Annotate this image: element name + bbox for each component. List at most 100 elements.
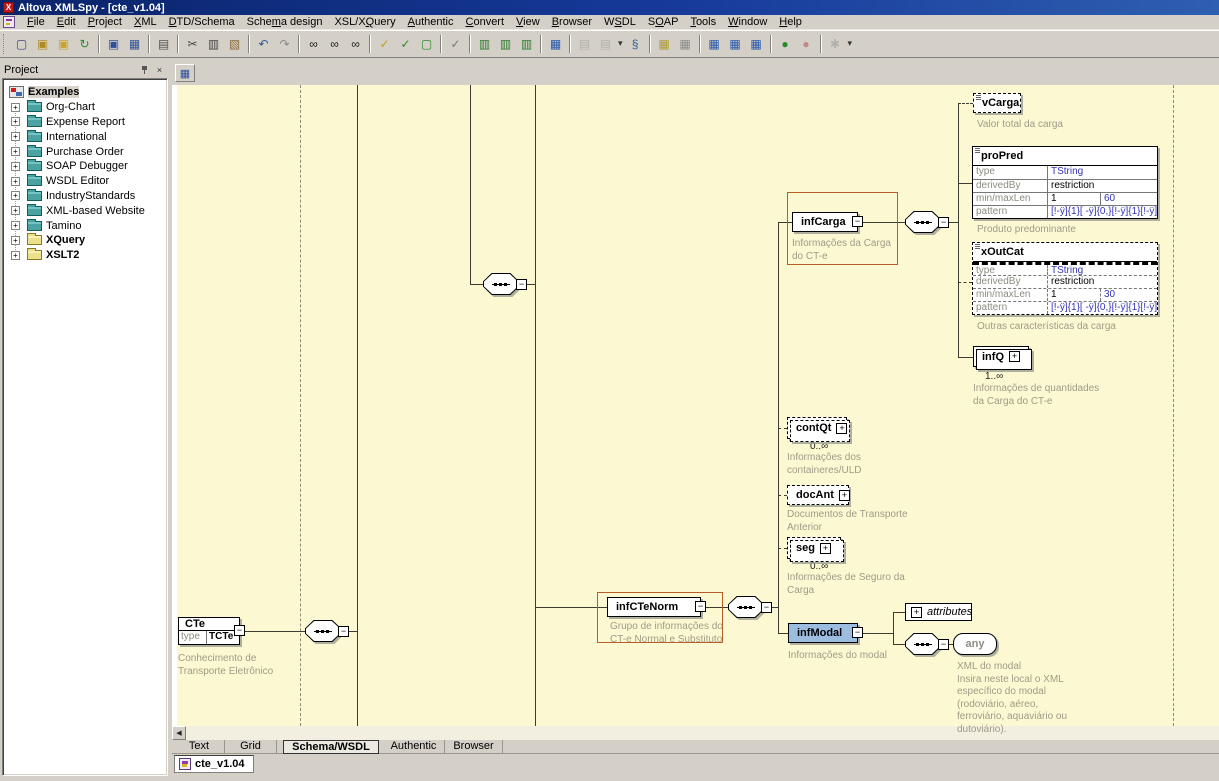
xquery-execute-icon[interactable]: ▥ [517, 35, 536, 53]
redo-icon[interactable]: ↷ [275, 35, 294, 53]
show-globals-button[interactable]: ▦ [175, 64, 195, 82]
menu-authentic[interactable]: Authentic [402, 15, 460, 29]
element-seg[interactable]: seg + [787, 537, 841, 559]
menu-schema-design[interactable]: Schema design [241, 15, 329, 29]
sequence-compositor[interactable] [483, 273, 519, 295]
sidebar-item-org-chart[interactable]: +Org-Chart [3, 100, 167, 115]
element-contqt[interactable]: contQt + [787, 417, 847, 439]
element-any[interactable]: any [953, 633, 997, 655]
collapse-toggle-infctenorm[interactable]: − [695, 601, 706, 612]
sidebar-item-international[interactable]: +International [3, 129, 167, 144]
file-icon[interactable]: ▤ [596, 35, 615, 53]
expand-toggle-docant[interactable]: + [839, 490, 850, 501]
expand-toggle[interactable]: + [11, 191, 20, 200]
element-infmodal[interactable]: infModal [788, 623, 858, 643]
tab-text[interactable]: Text [174, 740, 225, 753]
scripting-environment-icon[interactable]: ● [776, 35, 795, 53]
sidebar-item-xquery[interactable]: +XQuery [3, 233, 167, 248]
sidebar-item-purchase-order[interactable]: +Purchase Order [3, 144, 167, 159]
db-import-icon[interactable]: ▦ [655, 35, 674, 53]
element-infctenorm[interactable]: infCTeNorm [607, 597, 701, 617]
close-icon[interactable]: × [153, 64, 166, 76]
find-icon[interactable]: ∞ [304, 35, 323, 53]
attributes-box[interactable]: + attributes [905, 603, 972, 621]
assign-schema-icon[interactable]: ▢ [417, 35, 436, 53]
undo-icon[interactable]: ↶ [254, 35, 273, 53]
horizontal-scrollbar[interactable]: ◀ [172, 726, 1219, 740]
expand-toggle[interactable]: + [11, 117, 20, 126]
expand-toggle[interactable]: + [11, 162, 20, 171]
menu-convert[interactable]: Convert [460, 15, 511, 29]
collapse-toggle-infmodal[interactable]: − [852, 627, 863, 638]
spell-check-icon[interactable]: ✓ [446, 35, 465, 53]
save-icon[interactable]: ▣ [104, 35, 123, 53]
element-xoutcat[interactable]: xOutCat type TString derivedBy restricti… [972, 242, 1158, 315]
element-vcarga[interactable]: vCarga [973, 93, 1021, 113]
cut-icon[interactable]: ✂ [183, 35, 202, 53]
collapse-toggle[interactable]: − [938, 217, 949, 228]
menu-dtd-schema[interactable]: DTD/Schema [163, 15, 241, 29]
scroll-left-icon[interactable]: ◀ [172, 726, 186, 740]
sidebar-item-wsdl-editor[interactable]: +WSDL Editor [3, 174, 167, 189]
expand-toggle[interactable]: + [11, 177, 20, 186]
table-view-icon[interactable]: ▦ [546, 35, 565, 53]
save-all-icon[interactable]: ▦ [125, 35, 144, 53]
tab-authentic[interactable]: Authentic [383, 740, 445, 753]
project-root-examples[interactable]: Examples [3, 85, 167, 100]
menu-project[interactable]: Project [82, 15, 128, 29]
expand-toggle[interactable]: + [11, 206, 20, 215]
collapse-toggle-infcarga[interactable]: − [852, 216, 863, 227]
open-url-icon[interactable]: ▣ [54, 35, 73, 53]
new-file-icon[interactable]: ▢ [12, 35, 31, 53]
check-well-formed-icon[interactable]: ✓ [375, 35, 394, 53]
menu-browser[interactable]: Browser [546, 15, 598, 29]
menu-xml[interactable]: XML [128, 15, 163, 29]
expand-toggle-infq[interactable]: + [1009, 351, 1020, 362]
expand-toggle[interactable]: + [11, 132, 20, 141]
macro-icon[interactable]: ✱ [826, 35, 845, 53]
collapse-toggle[interactable]: − [338, 626, 349, 637]
window-layout-1-icon[interactable]: ▦ [705, 35, 724, 53]
expand-toggle[interactable]: + [11, 221, 20, 230]
sidebar-item-xslt2[interactable]: +XSLT2 [3, 248, 167, 263]
file-tab-cte-v104[interactable]: cte_v1.04 [174, 755, 254, 773]
sidebar-item-expense-report[interactable]: +Expense Report [3, 115, 167, 130]
toolbar-overflow-icon[interactable]: ▾ [848, 38, 853, 49]
xsl-fo-transform-icon[interactable]: ▥ [496, 35, 515, 53]
menu-help[interactable]: Help [773, 15, 808, 29]
print-icon[interactable]: ▤ [154, 35, 173, 53]
element-docant[interactable]: docAnt + [787, 485, 849, 505]
copy-icon[interactable]: ▥ [204, 35, 223, 53]
expand-toggle[interactable]: + [11, 236, 20, 245]
collapse-toggle[interactable]: − [516, 279, 527, 290]
open-file-icon[interactable]: ▣ [33, 35, 52, 53]
collapse-toggle[interactable]: − [938, 639, 949, 650]
menu-soap[interactable]: SOAP [642, 15, 685, 29]
sequence-compositor-infcarga[interactable] [905, 211, 941, 233]
validate-icon[interactable]: ✓ [396, 35, 415, 53]
document-icon[interactable] [3, 16, 15, 28]
dtd-icon[interactable]: ▤ [575, 35, 594, 53]
expand-toggle[interactable]: + [11, 103, 20, 112]
sequence-compositor-infctenorm[interactable] [728, 596, 764, 618]
menu-window[interactable]: Window [722, 15, 773, 29]
menu-file[interactable]: File [21, 15, 51, 29]
toolbar-overflow-icon[interactable]: ▾ [618, 38, 623, 49]
menu-edit[interactable]: Edit [51, 15, 82, 29]
expand-toggle-contqt[interactable]: + [836, 423, 847, 434]
tab-schema-wsdl[interactable]: Schema/WSDL [283, 740, 379, 754]
menu-tools[interactable]: Tools [684, 15, 722, 29]
sidebar-item-tamino[interactable]: +Tamino [3, 218, 167, 233]
expand-toggle-attributes[interactable]: + [911, 607, 922, 618]
sequence-compositor-cte[interactable] [305, 620, 341, 642]
element-infcarga[interactable]: infCarga [792, 212, 858, 232]
find-in-files-icon[interactable]: ∞ [325, 35, 344, 53]
collapse-toggle[interactable]: − [761, 602, 772, 613]
collapse-toggle-cte[interactable]: − [234, 625, 245, 636]
script-icon[interactable]: § [626, 35, 645, 53]
tab-browser[interactable]: Browser [445, 740, 503, 753]
menu-xsl-xquery[interactable]: XSL/XQuery [328, 15, 401, 29]
expand-toggle[interactable]: + [11, 147, 20, 156]
window-layout-3-icon[interactable]: ▦ [747, 35, 766, 53]
menu-view[interactable]: View [510, 15, 546, 29]
